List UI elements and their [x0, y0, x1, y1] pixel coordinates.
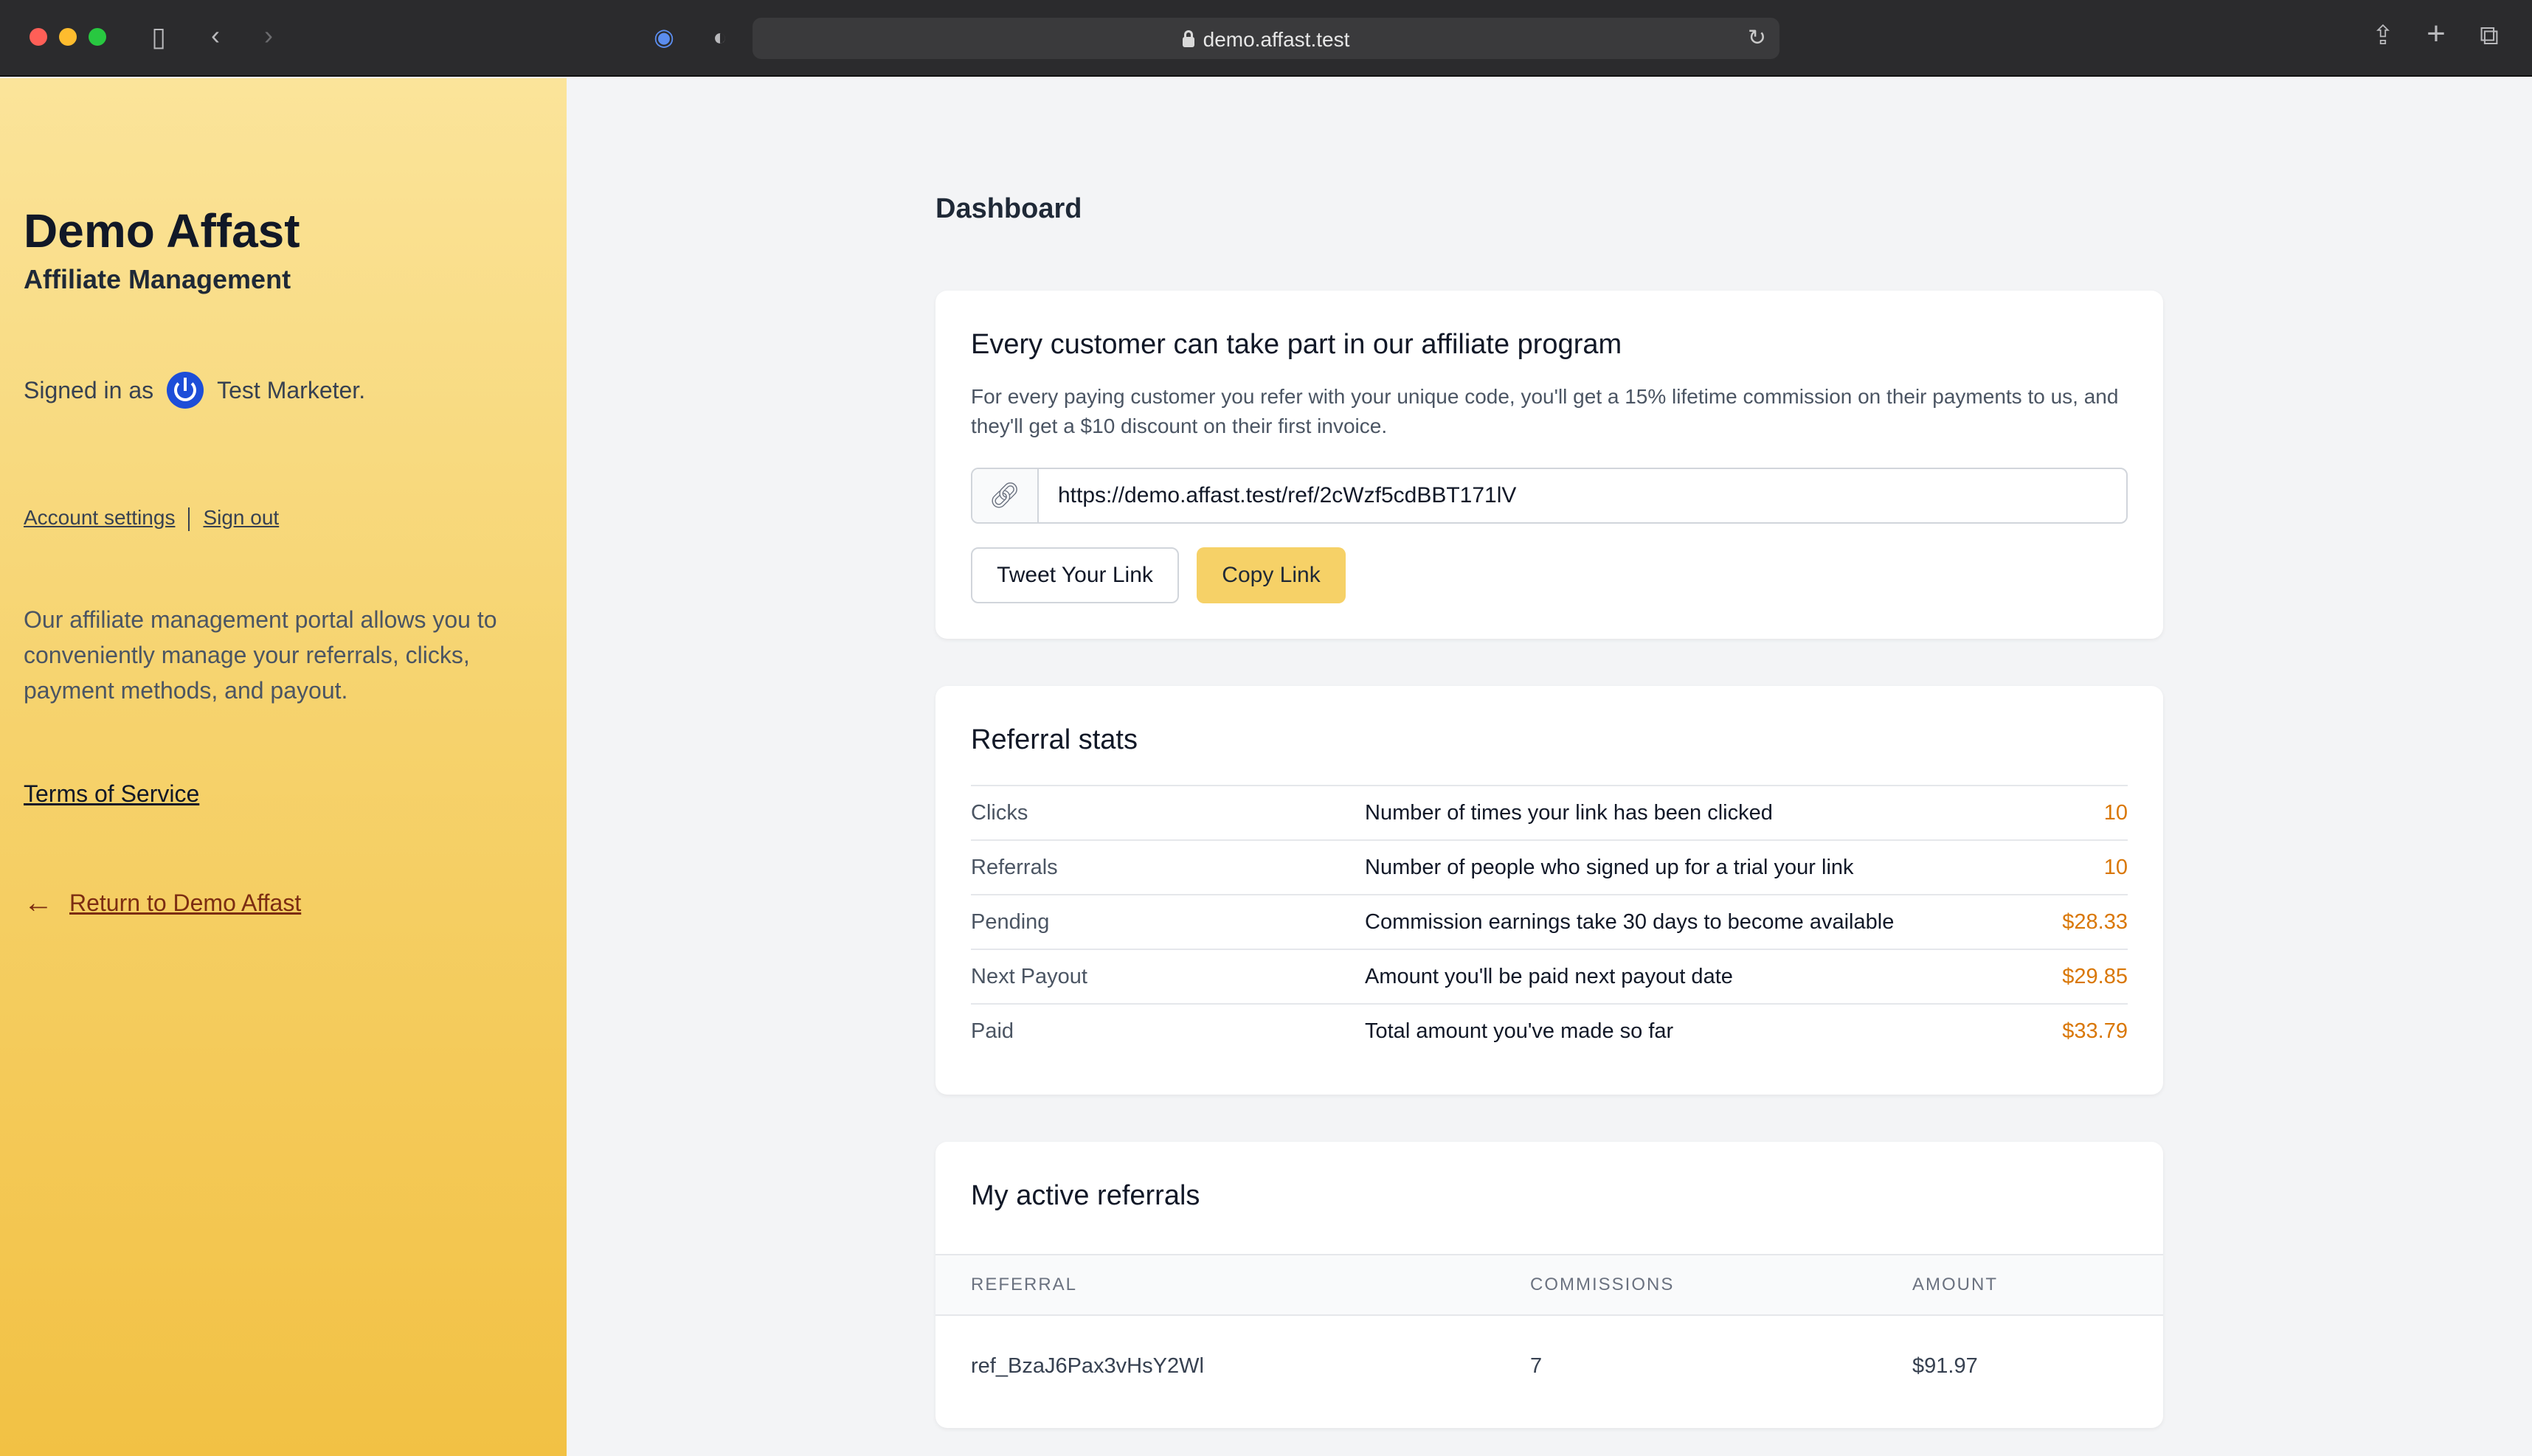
- return-link[interactable]: ← Return to Demo Affast: [24, 887, 301, 920]
- link-icon: 🔗︎: [972, 469, 1039, 522]
- shield-icon[interactable]: ◐: [704, 22, 736, 52]
- stat-label: Referrals: [971, 855, 1058, 879]
- arrow-left-icon: ←: [24, 887, 53, 919]
- stat-value: 10: [2103, 800, 2128, 825]
- share-icon[interactable]: ⇪: [2368, 21, 2398, 50]
- stat-value: $29.85: [2062, 964, 2128, 988]
- account-links: Account settings Sign out: [24, 506, 279, 531]
- amount-cell: $91.97: [1912, 1354, 1978, 1378]
- stat-description: Number of times your link has been click…: [1365, 800, 1773, 825]
- stat-value: $33.79: [2062, 1019, 2128, 1043]
- stat-description: Commission earnings take 30 days to beco…: [1365, 909, 1895, 934]
- lock-icon: [1182, 30, 1194, 47]
- stat-label: Clicks: [971, 800, 1028, 825]
- brand-title: Demo Affast: [24, 204, 300, 257]
- back-icon[interactable]: ‹: [201, 21, 230, 50]
- referral-link-value[interactable]: https://demo.affast.test/ref/2cWzf5cdBBT…: [1039, 469, 1516, 522]
- stat-description: Total amount you've made so far: [1365, 1019, 1674, 1043]
- account-settings-link[interactable]: Account settings: [24, 506, 175, 529]
- address-bar[interactable]: demo.affast.test ↻: [753, 18, 1779, 59]
- program-description: For every paying customer you refer with…: [971, 385, 2119, 437]
- referrals-heading: My active referrals: [971, 1180, 1200, 1211]
- link-divider: [188, 507, 190, 531]
- commissions-cell: 7: [1530, 1354, 1543, 1378]
- return-label: Return to Demo Affast: [69, 890, 302, 916]
- stats-row-clicks: Clicks Number of times your link has bee…: [971, 785, 2128, 839]
- referral-stats-card: Referral stats Clicks Number of times yo…: [935, 686, 2163, 1095]
- url-text: demo.affast.test: [1203, 28, 1350, 51]
- sidebar: Demo Affast Affiliate Management Signed …: [0, 78, 567, 1456]
- stats-row-paid: Paid Total amount you've made so far $33…: [971, 1003, 2128, 1058]
- signed-in-info: Signed in as Test Marketer.: [24, 372, 365, 409]
- stat-label: Pending: [971, 909, 1050, 934]
- tweet-link-button[interactable]: Tweet Your Link: [971, 547, 1179, 603]
- stat-value: $28.33: [2062, 909, 2128, 934]
- user-name: Test Marketer.: [217, 376, 366, 403]
- stats-list: Clicks Number of times your link has bee…: [971, 785, 2128, 1058]
- sidebar-toggle-icon[interactable]: ▯: [140, 22, 177, 52]
- tab-overview-icon[interactable]: ⧉: [2474, 21, 2504, 50]
- referral-id-cell: ref_BzaJ6Pax3vHsY2Wl: [971, 1354, 1204, 1378]
- stat-description: Number of people who signed up for a tri…: [1365, 855, 1854, 879]
- program-heading: Every customer can take part in our affi…: [971, 329, 1622, 360]
- password-manager-icon[interactable]: ◉: [648, 22, 680, 52]
- browser-toolbar: ▯ ‹ › ◉ ◐ demo.affast.test ↻ ⇪ + ⧉: [0, 0, 2532, 77]
- zoom-window-button[interactable]: [89, 28, 106, 46]
- column-header-amount: AMOUNT: [1912, 1275, 1998, 1294]
- avatar: [167, 372, 204, 409]
- stat-value: 10: [2103, 855, 2128, 879]
- forward-icon[interactable]: ›: [254, 21, 283, 50]
- referral-link-field[interactable]: 🔗︎ https://demo.affast.test/ref/2cWzf5cd…: [971, 468, 2128, 524]
- reload-icon[interactable]: ↻: [1748, 25, 1766, 51]
- copy-link-button[interactable]: Copy Link: [1197, 547, 1346, 603]
- referrals-table-header: REFERRAL COMMISSIONS AMOUNT: [935, 1254, 2163, 1316]
- stat-label: Next Payout: [971, 964, 1087, 988]
- stats-row-next-payout: Next Payout Amount you'll be paid next p…: [971, 949, 2128, 1003]
- brand-subtitle: Affiliate Management: [24, 264, 291, 294]
- stat-description: Amount you'll be paid next payout date: [1365, 964, 1733, 988]
- column-header-commissions: COMMISSIONS: [1530, 1275, 1675, 1294]
- sign-out-link[interactable]: Sign out: [203, 506, 279, 529]
- stats-row-pending: Pending Commission earnings take 30 days…: [971, 894, 2128, 949]
- close-window-button[interactable]: [30, 28, 47, 46]
- stats-heading: Referral stats: [971, 724, 1138, 755]
- active-referrals-card: My active referrals REFERRAL COMMISSIONS…: [935, 1142, 2163, 1428]
- terms-of-service-link[interactable]: Terms of Service: [24, 780, 199, 808]
- page-title: Dashboard: [935, 193, 1082, 224]
- affiliate-program-card: Every customer can take part in our affi…: [935, 291, 2163, 639]
- column-header-referral: REFERRAL: [971, 1275, 1078, 1294]
- minimize-window-button[interactable]: [59, 28, 77, 46]
- stats-row-referrals: Referrals Number of people who signed up…: [971, 839, 2128, 894]
- stat-label: Paid: [971, 1019, 1014, 1043]
- portal-description: Our affiliate management portal allows y…: [24, 606, 497, 704]
- signed-in-prefix: Signed in as: [24, 376, 154, 403]
- new-tab-icon[interactable]: +: [2421, 18, 2451, 50]
